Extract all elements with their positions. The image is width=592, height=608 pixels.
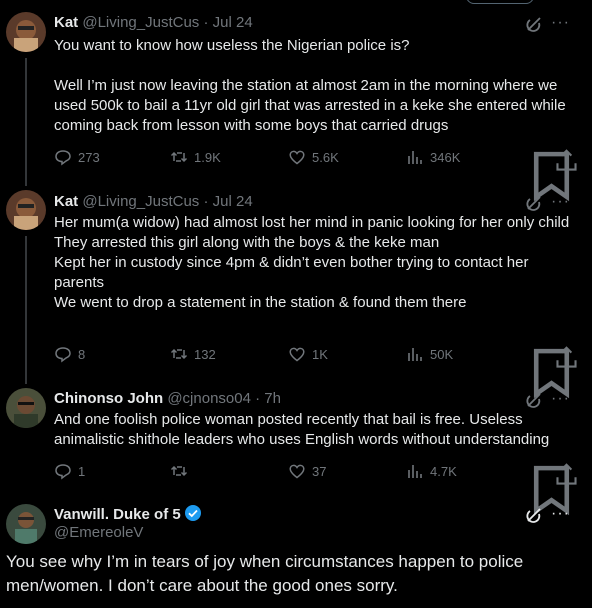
- reply-count: 1: [78, 463, 86, 479]
- views-count: 50K: [430, 346, 454, 362]
- reply-count: 8: [78, 346, 86, 362]
- share-icon[interactable]: [554, 462, 579, 487]
- tweet-time[interactable]: · 7h: [255, 390, 281, 407]
- reply-icon: [55, 347, 71, 363]
- repost-count: 132: [194, 346, 216, 362]
- more-icon[interactable]: ···: [551, 14, 570, 32]
- share-icon[interactable]: [554, 148, 579, 173]
- reply-icon: [55, 150, 71, 166]
- repost-icon: [170, 151, 188, 163]
- reply-button[interactable]: 1: [54, 462, 85, 480]
- tweet-text: Her mum(a widow) had almost lost her min…: [54, 214, 570, 311]
- like-icon: [289, 150, 305, 165]
- views-count: 346K: [430, 149, 461, 165]
- reply-button[interactable]: 8: [54, 345, 85, 363]
- main-tweet[interactable]: Vanwill. Duke of 5 @EmereoleV ··· You se…: [0, 496, 592, 608]
- tweet-actions: 273 1.9K 5.6K 346K: [54, 148, 579, 202]
- author-handle[interactable]: @EmereoleV: [54, 524, 143, 541]
- views-icon: [408, 348, 422, 361]
- more-icon[interactable]: ···: [551, 193, 570, 211]
- author-handle[interactable]: @cjnonso04: [167, 390, 251, 407]
- views-count: 4.7K: [430, 463, 457, 479]
- like-button[interactable]: 5.6K: [288, 148, 339, 166]
- avatar[interactable]: [6, 388, 46, 428]
- like-icon: [289, 464, 305, 479]
- grok-icon[interactable]: [525, 15, 543, 33]
- avatar[interactable]: [6, 12, 46, 52]
- author-handle[interactable]: @Living_JustCus: [82, 193, 199, 210]
- repost-button[interactable]: 1.9K: [170, 148, 221, 166]
- more-icon[interactable]: ···: [551, 390, 570, 408]
- views-button[interactable]: 4.7K: [406, 462, 457, 480]
- more-icon[interactable]: ···: [551, 505, 570, 523]
- avatar[interactable]: [6, 504, 46, 544]
- tweet-text: You want to know how useless the Nigeria…: [54, 37, 566, 134]
- reply-count: 273: [78, 149, 100, 165]
- like-count: 5.6K: [312, 149, 339, 165]
- reply-icon: [55, 464, 71, 480]
- like-icon: [289, 347, 305, 362]
- views-button[interactable]: 50K: [406, 345, 453, 363]
- tweet-text: And one foolish police woman posted rece…: [54, 411, 550, 448]
- author-name[interactable]: Kat: [54, 193, 78, 210]
- grok-icon[interactable]: [525, 506, 543, 524]
- grok-icon[interactable]: [525, 391, 543, 409]
- tweet-text: You see why I’m in tears of joy when cir…: [6, 552, 524, 595]
- avatar[interactable]: [6, 190, 46, 230]
- like-count: 1K: [312, 346, 328, 362]
- verified-badge-icon: [184, 505, 201, 521]
- repost-icon: [170, 348, 188, 360]
- author-name[interactable]: Kat: [54, 14, 78, 31]
- tweet-time[interactable]: · Jul 24: [203, 193, 252, 210]
- tweet-2[interactable]: Kat @Living_JustCus · Jul 24 ··· Her mum…: [0, 186, 592, 399]
- views-icon: [408, 151, 422, 164]
- reply-button[interactable]: 273: [54, 148, 100, 166]
- author-name[interactable]: Vanwill. Duke of 5: [54, 504, 202, 523]
- share-icon[interactable]: [554, 345, 579, 370]
- author-handle[interactable]: @Living_JustCus: [82, 14, 199, 31]
- tweet-time[interactable]: · Jul 24: [203, 14, 252, 31]
- like-button[interactable]: 37: [288, 462, 326, 480]
- grok-icon[interactable]: [525, 194, 543, 212]
- repost-button[interactable]: [170, 462, 194, 480]
- repost-button[interactable]: 132: [170, 345, 216, 363]
- views-icon: [408, 465, 422, 478]
- like-button[interactable]: 1K: [288, 345, 328, 363]
- tweet-actions: 1 37 4.7K: [54, 462, 579, 516]
- tweet-header: Kat @Living_JustCus · Jul 24: [54, 14, 253, 32]
- repost-count: 1.9K: [194, 149, 221, 165]
- repost-icon: [170, 465, 188, 477]
- tweet-header: Chinonso John @cjnonso04 · 7h: [54, 390, 281, 408]
- author-name[interactable]: Chinonso John: [54, 390, 163, 407]
- like-count: 37: [312, 463, 327, 479]
- views-button[interactable]: 346K: [406, 148, 460, 166]
- tweet-3[interactable]: Chinonso John @cjnonso04 · 7h ··· And on…: [0, 380, 592, 516]
- tweet-actions: 8 132 1K 50K: [54, 345, 579, 399]
- tweet-header: Kat @Living_JustCus · Jul 24: [54, 193, 253, 211]
- tweet-1[interactable]: Kat @Living_JustCus · Jul 24 ··· You wan…: [0, 0, 592, 202]
